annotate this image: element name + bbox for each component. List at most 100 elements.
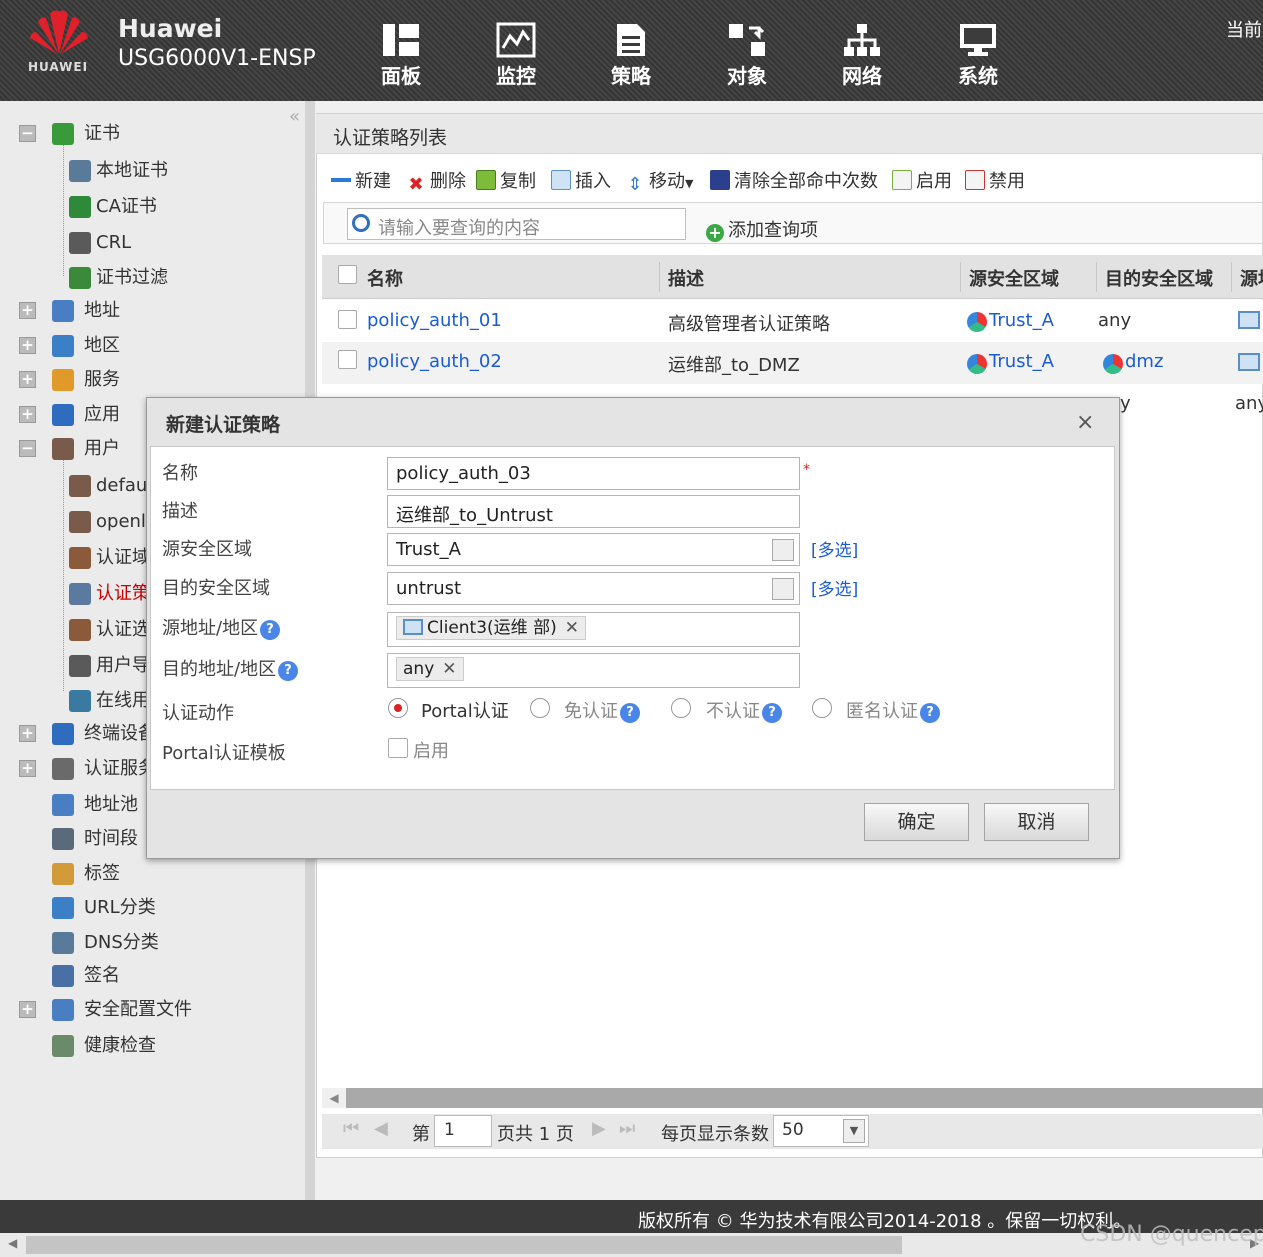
- radio-no-auth-label[interactable]: 免认证?: [564, 697, 640, 723]
- search-input[interactable]: 请输入要查询的内容: [347, 208, 686, 240]
- remove-tag-icon[interactable]: ✕: [442, 659, 456, 679]
- portal-enable-label[interactable]: 启用: [413, 737, 449, 763]
- cancel-button[interactable]: 取消: [984, 803, 1089, 841]
- page-number-input[interactable]: 1: [434, 1115, 492, 1147]
- expand-icon[interactable]: +: [19, 371, 36, 388]
- move-dropdown[interactable]: ⇕ 移动▼: [625, 167, 693, 195]
- name-input[interactable]: policy_auth_03: [387, 457, 800, 490]
- tree-node-icon: [69, 655, 91, 677]
- chevron-down-icon[interactable]: [772, 578, 794, 600]
- radio-anonymous[interactable]: [812, 698, 832, 718]
- collapse-icon[interactable]: −: [19, 440, 36, 457]
- src-zone-link[interactable]: Trust_A: [989, 310, 1054, 331]
- prev-page-icon[interactable]: ◀: [374, 1118, 388, 1139]
- next-page-icon[interactable]: ▶: [592, 1118, 606, 1139]
- dst-zone-select[interactable]: untrust: [387, 572, 800, 605]
- sidebar-item-label: 认证域: [96, 547, 150, 568]
- scroll-left-icon[interactable]: ◀: [322, 1088, 346, 1108]
- clear-hits-button[interactable]: 清除全部命中次数: [710, 167, 878, 193]
- last-page-icon[interactable]: ⏭: [619, 1118, 635, 1139]
- help-icon[interactable]: ?: [620, 703, 640, 723]
- sidebar-item-label: defaul: [96, 475, 153, 496]
- nav-dashboard[interactable]: 面板: [362, 22, 440, 89]
- column-header-name[interactable]: 名称: [367, 265, 403, 291]
- nav-policy[interactable]: 策略: [592, 22, 670, 89]
- device-model: USG6000V1-ENSP: [118, 46, 316, 71]
- copy-button[interactable]: 复制: [476, 167, 536, 193]
- chevron-down-icon[interactable]: ▼: [843, 1119, 865, 1143]
- chevron-down-icon[interactable]: [772, 539, 794, 561]
- column-header-src-addr[interactable]: 源地: [1240, 265, 1263, 291]
- name-label: 名称: [162, 463, 198, 484]
- nav-monitor[interactable]: 监控: [477, 22, 555, 89]
- delete-button[interactable]: ✖ 删除: [406, 167, 466, 195]
- radio-portal[interactable]: [388, 698, 408, 718]
- src-zone-select[interactable]: Trust_A: [387, 533, 800, 566]
- radio-not-auth[interactable]: [671, 698, 691, 718]
- sidebar-item-label: DNS分类: [84, 932, 159, 953]
- portal-enable-checkbox[interactable]: [388, 738, 408, 758]
- ok-button[interactable]: 确定: [864, 803, 969, 841]
- disable-button[interactable]: 禁用: [965, 167, 1025, 193]
- enable-button[interactable]: 启用: [892, 167, 952, 193]
- nav-object[interactable]: 对象: [708, 22, 786, 89]
- radio-portal-label[interactable]: Portal认证: [421, 697, 509, 723]
- insert-label: 插入: [575, 171, 611, 192]
- policy-name-link[interactable]: policy_auth_02: [367, 351, 502, 372]
- src-addr-field[interactable]: Client3(运维 部) ✕: [387, 612, 800, 647]
- scroll-left-icon[interactable]: ◀: [8, 1236, 17, 1250]
- new-button[interactable]: 新建: [331, 167, 391, 193]
- column-divider[interactable]: [1096, 262, 1097, 292]
- policy-name-link[interactable]: policy_auth_01: [367, 310, 502, 331]
- radio-not-auth-label[interactable]: 不认证?: [706, 697, 782, 723]
- tree-node-icon: [52, 404, 74, 426]
- network-icon: [844, 24, 880, 56]
- tree-node-icon: [69, 690, 91, 712]
- src-zone-link[interactable]: Trust_A: [989, 351, 1054, 372]
- select-all-checkbox[interactable]: [338, 265, 357, 284]
- expand-icon[interactable]: +: [19, 337, 36, 354]
- dst-zone-multi-link[interactable]: [多选]: [811, 575, 858, 600]
- help-icon[interactable]: ?: [278, 661, 299, 681]
- column-divider[interactable]: [659, 262, 660, 292]
- expand-icon[interactable]: +: [19, 760, 36, 777]
- radio-no-auth[interactable]: [530, 698, 550, 718]
- help-icon[interactable]: ?: [762, 703, 782, 723]
- insert-button[interactable]: 插入: [551, 167, 611, 193]
- expand-icon[interactable]: +: [19, 1001, 36, 1018]
- dst-zone-link[interactable]: dmz: [1125, 351, 1163, 372]
- remove-tag-icon[interactable]: ✕: [565, 618, 579, 638]
- radio-anonymous-label[interactable]: 匿名认证?: [846, 697, 940, 723]
- collapse-icon[interactable]: −: [19, 125, 36, 142]
- row-checkbox[interactable]: [338, 310, 357, 329]
- close-icon[interactable]: ×: [1076, 410, 1094, 435]
- dst-addr-label-text: 目的地址/地区: [162, 659, 277, 680]
- disable-label: 禁用: [989, 171, 1025, 192]
- nav-system[interactable]: 系统: [939, 22, 1017, 89]
- row-checkbox[interactable]: [338, 350, 357, 369]
- dst-addr-field[interactable]: any ✕: [387, 653, 800, 688]
- nav-network[interactable]: 网络: [823, 22, 901, 89]
- expand-icon[interactable]: +: [19, 406, 36, 423]
- expand-icon[interactable]: +: [19, 302, 36, 319]
- object-icon: [729, 24, 765, 56]
- expand-icon[interactable]: +: [19, 725, 36, 742]
- help-icon[interactable]: ?: [920, 703, 940, 723]
- column-divider[interactable]: [960, 262, 961, 292]
- help-icon[interactable]: ?: [260, 620, 281, 640]
- sidebar-item-label: 时间段: [84, 828, 138, 849]
- counter-icon: [710, 170, 730, 190]
- address-tag-label: Client3(运维 部): [427, 618, 557, 638]
- first-page-icon[interactable]: ⏮: [343, 1118, 359, 1139]
- column-header-desc[interactable]: 描述: [668, 265, 704, 291]
- add-query-button[interactable]: + 添加查询项: [706, 216, 818, 242]
- desc-input[interactable]: 运维部_to_Untrust: [387, 495, 800, 528]
- horizontal-scrollbar[interactable]: [322, 1088, 1263, 1108]
- column-header-dst-zone[interactable]: 目的安全区域: [1105, 265, 1213, 291]
- src-zone-multi-link[interactable]: [多选]: [811, 536, 858, 561]
- collapse-sidebar-icon[interactable]: «: [289, 106, 300, 127]
- scrollbar-thumb[interactable]: [26, 1236, 902, 1254]
- column-divider[interactable]: [1231, 262, 1232, 292]
- dst-zone-label: 目的安全区域: [162, 578, 270, 599]
- column-header-src-zone[interactable]: 源安全区域: [969, 265, 1059, 291]
